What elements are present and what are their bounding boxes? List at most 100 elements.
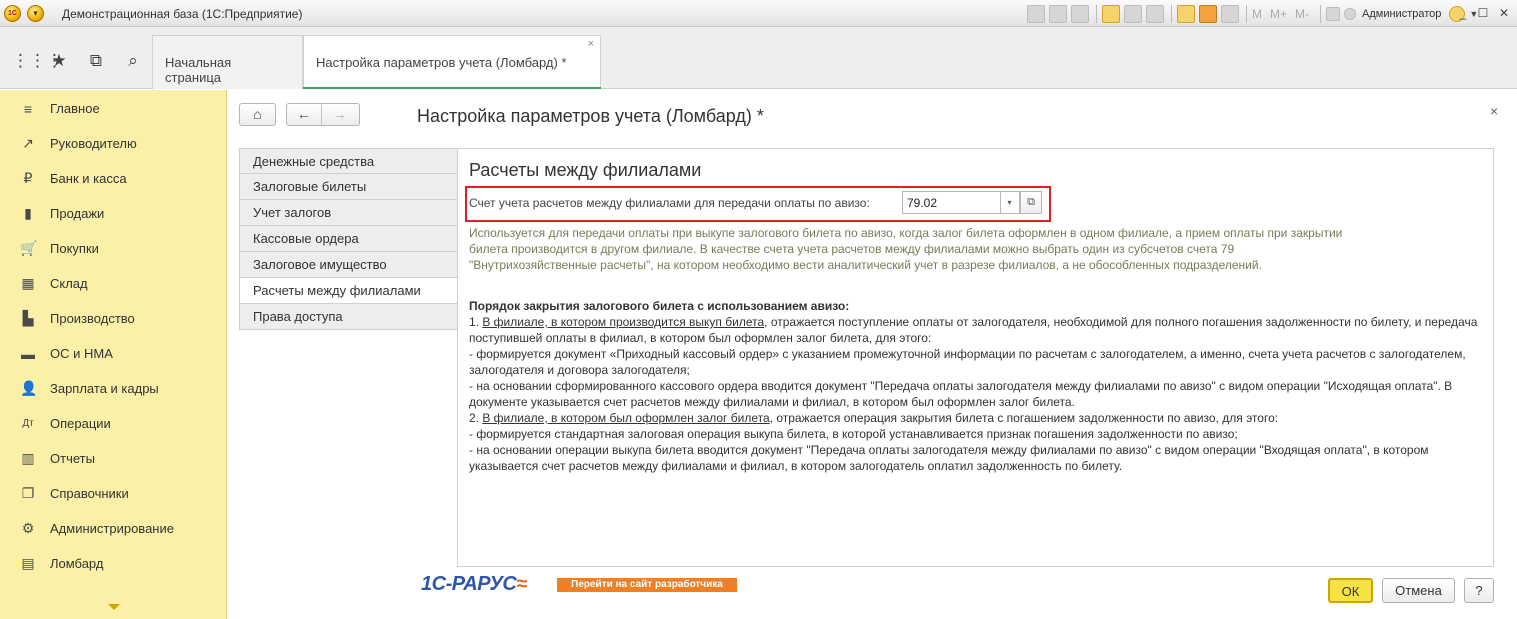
- sidebar-item-label: Отчеты: [50, 451, 95, 466]
- calculator-icon[interactable]: [1177, 5, 1195, 23]
- sidebar-item-reports[interactable]: ▥ Отчеты: [0, 441, 227, 476]
- apps-grid-icon[interactable]: ⋮⋮⋮: [12, 51, 63, 71]
- history-icon[interactable]: [1146, 5, 1164, 23]
- hint-line: Используется для передачи оплаты при вык…: [469, 226, 1343, 240]
- sidebar-item-pawnshop[interactable]: ▤ Ломбард: [0, 546, 227, 581]
- pawnshop-icon: ▤: [21, 555, 35, 571]
- ok-button[interactable]: ОК: [1328, 578, 1373, 603]
- preview-icon[interactable]: [1071, 5, 1089, 23]
- open-icon[interactable]: ⧉: [1020, 191, 1042, 214]
- memory-m-button[interactable]: M: [1252, 7, 1262, 21]
- step-2-branch-label: В филиале, в котором был оформлен залог …: [482, 411, 770, 425]
- sidebar-item-sales[interactable]: ▮ Продажи: [0, 196, 227, 231]
- procedure-description: Порядок закрытия залогового билета с исп…: [469, 298, 1484, 474]
- section-access-rights[interactable]: Права доступа: [239, 304, 458, 330]
- tab-accounting-settings[interactable]: Настройка параметров учета (Ломбард) * ×: [303, 35, 601, 89]
- procedure-step-1: 1. В филиале, в котором производится вык…: [469, 314, 1484, 346]
- app-logo-icon[interactable]: 1С: [4, 5, 21, 22]
- procedure-bullet: - на основании операции выкупа билета вв…: [469, 443, 1429, 473]
- bag-icon: ▮: [24, 205, 32, 221]
- toolbar-divider: [1096, 5, 1097, 23]
- history-icon[interactable]: ⧉: [86, 51, 106, 71]
- sidebar-item-directories[interactable]: ❐ Справочники: [0, 476, 227, 511]
- vendor-logo: 1С-РАРУС≈: [421, 573, 527, 596]
- bar-chart-icon: ▥: [21, 450, 35, 466]
- minimize-icon[interactable]: _: [1455, 6, 1471, 20]
- tab-home[interactable]: Начальная страница: [152, 35, 303, 89]
- sidebar-item-main[interactable]: ≡ Главное: [0, 91, 227, 126]
- memory-minus-button[interactable]: M-: [1295, 7, 1309, 21]
- procedure-bullet: - формируется стандартная залоговая опер…: [469, 427, 1238, 441]
- vendor-site-link[interactable]: Перейти на сайт разработчика: [557, 578, 737, 592]
- sidebar-item-assets[interactable]: ▬ ОС и НМА: [0, 336, 227, 371]
- maximize-icon[interactable]: ☐: [1475, 6, 1491, 20]
- step-1-branch-label: В филиале, в котором производится выкуп …: [482, 315, 765, 329]
- home-button[interactable]: ⌂: [239, 103, 276, 126]
- print-icon[interactable]: [1049, 5, 1067, 23]
- account-field-label: Счет учета расчетов между филиалами для …: [469, 196, 870, 210]
- home-icon: ⌂: [253, 106, 262, 122]
- panel-title: Расчеты между филиалами: [469, 160, 702, 180]
- cancel-button[interactable]: Отмена: [1382, 578, 1455, 603]
- sidebar-item-label: Зарплата и кадры: [50, 381, 159, 396]
- sidebar-item-manager[interactable]: ↗ Руководителю: [0, 126, 227, 161]
- favorites-star-icon[interactable]: ★: [49, 51, 69, 71]
- hint-line: билета производится в другом филиале. В …: [469, 242, 1235, 256]
- sidebar-item-administration[interactable]: ⚙ Администрирование: [0, 511, 227, 546]
- section-cash-orders[interactable]: Кассовые ордера: [239, 226, 458, 252]
- truck-icon: ▬: [21, 345, 35, 362]
- ruble-icon: ₽: [23, 170, 33, 186]
- toolbar-divider: [1246, 5, 1247, 23]
- main-menu-icon[interactable]: ▾: [27, 5, 44, 22]
- clipboard-icon[interactable]: [1221, 5, 1239, 23]
- sidebar-item-operations[interactable]: Дт Операции: [0, 406, 227, 441]
- procedure-bullet: - на основании сформированного кассового…: [469, 379, 1453, 409]
- calendar-icon[interactable]: [1199, 5, 1217, 23]
- favorite-add-icon[interactable]: [1102, 5, 1120, 23]
- tab-close-icon[interactable]: ×: [588, 38, 594, 50]
- section-pledged-property[interactable]: Залоговое имущество: [239, 252, 458, 278]
- window-title: Демонстрационная база (1С:Предприятие): [62, 7, 303, 21]
- search-icon[interactable]: ⌕: [123, 51, 143, 71]
- sidebar-item-label: Главное: [50, 101, 100, 116]
- sidebar-item-purchases[interactable]: 🛒 Покупки: [0, 231, 227, 266]
- sidebar-item-label: ОС и НМА: [50, 346, 113, 361]
- save-icon[interactable]: [1027, 5, 1045, 23]
- memory-plus-button[interactable]: M+: [1270, 7, 1287, 21]
- section-branch-settlements[interactable]: Расчеты между филиалами: [239, 278, 458, 304]
- debit-credit-icon: Дт: [22, 418, 34, 429]
- back-icon[interactable]: ←: [287, 104, 322, 125]
- nav-buttons: ← →: [286, 103, 360, 126]
- books-icon: ❐: [21, 485, 35, 501]
- sidebar-item-bank[interactable]: ₽ Банк и касса: [0, 161, 227, 196]
- current-user[interactable]: Администратор: [1362, 8, 1441, 20]
- scroll-down-icon[interactable]: [108, 604, 120, 610]
- chevron-down-icon[interactable]: ▾: [1000, 191, 1020, 214]
- procedure-title: Порядок закрытия залогового билета с исп…: [469, 299, 850, 313]
- vendor-logo-mark: ≈: [516, 573, 527, 595]
- gear-icon: ⚙: [21, 520, 35, 536]
- sidebar-item-label: Администрирование: [50, 521, 174, 536]
- settings-sections-list: Денежные средства Залоговые билеты Учет …: [239, 148, 458, 330]
- form-close-icon[interactable]: ×: [1490, 103, 1498, 119]
- sidebar-item-label: Ломбард: [50, 556, 104, 571]
- link-icon[interactable]: [1124, 5, 1142, 23]
- section-pledge-accounting[interactable]: Учет залогов: [239, 200, 458, 226]
- panel-layout-icon[interactable]: [1326, 7, 1341, 21]
- close-window-icon[interactable]: ✕: [1496, 6, 1512, 20]
- section-cash[interactable]: Денежные средства: [239, 148, 458, 174]
- sidebar-item-label: Продажи: [50, 206, 105, 221]
- sidebar-item-warehouse[interactable]: ▦ Склад: [0, 266, 227, 301]
- sidebar-item-label: Производство: [50, 311, 135, 326]
- sidebar-item-production[interactable]: ▙ Производство: [0, 301, 227, 336]
- help-button[interactable]: ?: [1464, 578, 1494, 603]
- section-pawn-tickets[interactable]: Залоговые билеты: [239, 174, 458, 200]
- step-text: , отражается операция закрытия билета с …: [769, 411, 1279, 425]
- sidebar-item-payroll[interactable]: 👤 Зарплата и кадры: [0, 371, 227, 406]
- step-number: 1.: [469, 315, 483, 329]
- account-input[interactable]: 79.02: [902, 191, 1001, 214]
- field-hint: Используется для передачи оплаты при вык…: [469, 225, 1479, 273]
- section-bar: ⋮⋮⋮ ★ ⧉ ⌕ Начальная страница Настройка п…: [0, 27, 1517, 89]
- forward-icon[interactable]: →: [322, 104, 357, 125]
- procedure-step-2: 2. В филиале, в котором был оформлен зал…: [469, 410, 1484, 426]
